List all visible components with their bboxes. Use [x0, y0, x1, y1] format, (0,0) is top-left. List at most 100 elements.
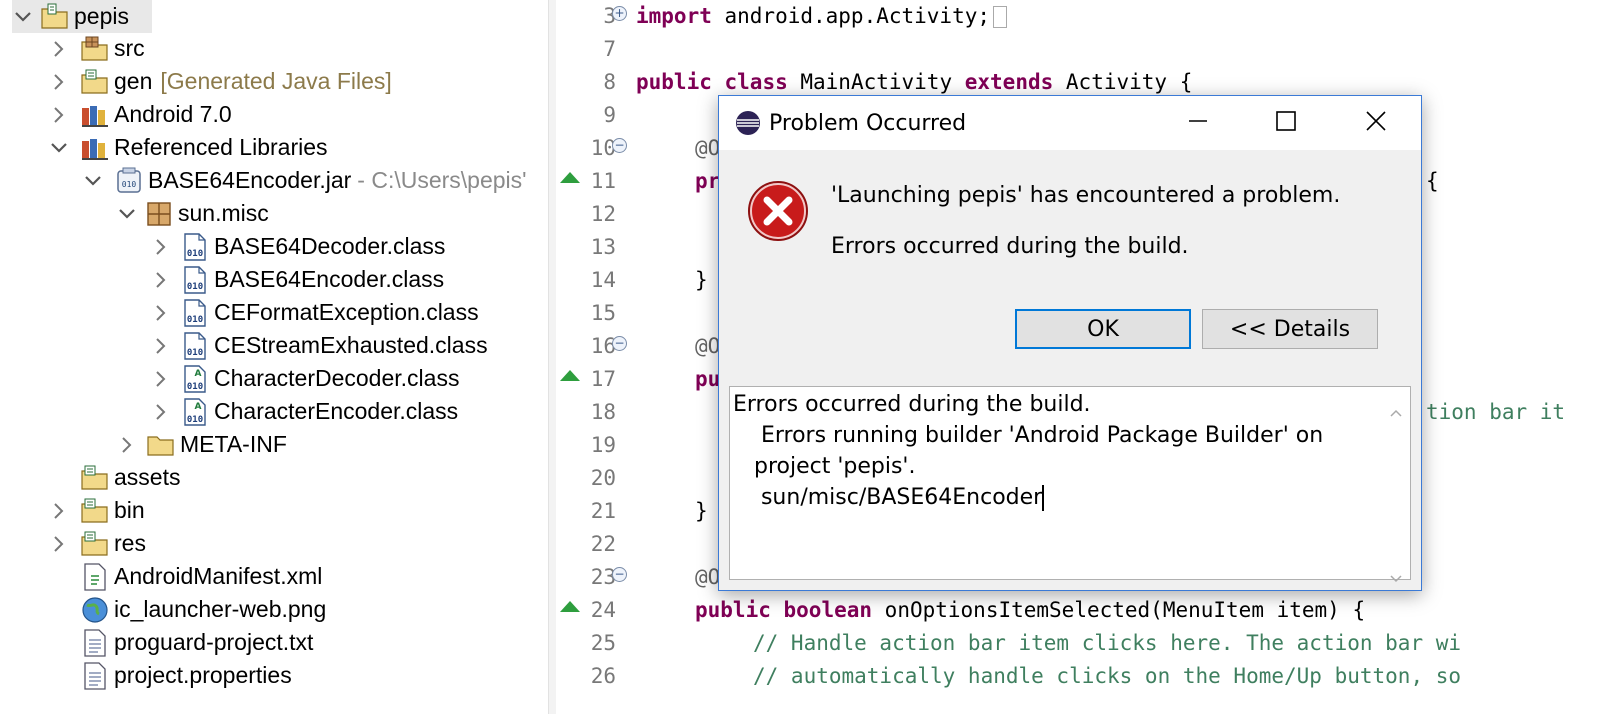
library-icon — [80, 100, 110, 130]
code-text: MainActivity — [787, 70, 965, 94]
gen-label: gen — [114, 68, 153, 94]
scroll-down-icon[interactable] — [1390, 561, 1402, 592]
chevron-right-icon[interactable] — [150, 236, 172, 258]
tree-item-assets[interactable]: assets — [80, 461, 180, 494]
tree-item-android-platform[interactable]: Android 7.0 — [48, 98, 232, 131]
chevron-right-icon[interactable] — [150, 302, 172, 324]
tree-item-class[interactable]: A 010 CharacterDecoder.class — [150, 362, 459, 395]
tree-item-class[interactable]: 010 BASE64Encoder.class — [150, 263, 444, 296]
android-folder-icon — [80, 529, 110, 559]
details-line: sun/misc/BASE64Encoder — [733, 485, 1043, 510]
code-keyword: public — [636, 70, 712, 94]
chevron-right-icon[interactable] — [150, 269, 172, 291]
code-line: public boolean onOptionsItemSelected(Men… — [695, 594, 1365, 627]
chevron-down-icon[interactable] — [48, 137, 70, 159]
line-number: 16 — [590, 334, 616, 358]
folded-code-box[interactable] — [993, 6, 1008, 28]
tree-item-referenced-libraries[interactable]: Referenced Libraries — [48, 131, 328, 164]
class-file-icon: 010 — [180, 232, 210, 262]
chevron-down-icon[interactable] — [116, 203, 138, 225]
svg-text:010: 010 — [187, 348, 203, 358]
expand-fold-icon[interactable]: + — [612, 6, 627, 21]
chevron-right-icon[interactable] — [48, 71, 70, 93]
tree-item-project[interactable]: pepis — [12, 0, 152, 33]
tree-item-proguard[interactable]: proguard-project.txt — [80, 626, 313, 659]
package-explorer: pepis src gen [Generated Java Files] And… — [0, 0, 548, 714]
details-button[interactable]: << Details — [1202, 309, 1378, 349]
chevron-right-icon[interactable] — [116, 434, 138, 456]
bin-label: bin — [114, 497, 145, 523]
tree-item-src[interactable]: src — [48, 32, 145, 65]
proguard-label: proguard-project.txt — [114, 629, 314, 655]
svg-text:010: 010 — [187, 382, 203, 392]
line-number: 26 — [590, 664, 616, 688]
tree-item-class[interactable]: 010 CEFormatException.class — [150, 296, 479, 329]
png-label: ic_launcher-web.png — [114, 596, 327, 622]
collapse-fold-icon[interactable]: − — [612, 567, 627, 582]
details-textarea[interactable]: Errors occurred during the build. Errors… — [729, 386, 1411, 583]
line-number: 10 — [590, 136, 616, 160]
tree-item-jar[interactable]: 010 BASE64Encoder.jar - C:\Users\pepis' — [82, 164, 527, 197]
close-button[interactable] — [1331, 96, 1421, 150]
dialog-titlebar[interactable]: Problem Occurred — [719, 96, 1421, 150]
class-label: CEFormatException.class — [214, 299, 479, 325]
svg-text:010: 010 — [187, 249, 203, 259]
line-number: 12 — [590, 202, 616, 226]
chevron-right-icon[interactable] — [150, 401, 172, 423]
chevron-right-icon[interactable] — [48, 38, 70, 60]
chevron-right-icon[interactable] — [48, 500, 70, 522]
svg-text:A: A — [195, 402, 202, 412]
view-sash[interactable] — [548, 0, 556, 714]
tree-item-png[interactable]: ic_launcher-web.png — [80, 593, 326, 626]
code-annotation: @O — [695, 136, 721, 160]
chevron-right-icon[interactable] — [150, 368, 172, 390]
tree-item-res[interactable]: res — [48, 527, 146, 560]
ok-button[interactable]: OK — [1015, 309, 1191, 349]
eclipse-icon — [735, 110, 761, 136]
code-keyword: public — [695, 598, 771, 622]
image-file-icon — [80, 595, 110, 625]
minimize-button[interactable] — [1153, 96, 1243, 150]
chevron-right-icon[interactable] — [48, 533, 70, 555]
android-manifest-icon — [80, 562, 110, 592]
tree-item-class[interactable]: A 010 CharacterEncoder.class — [150, 395, 458, 428]
problem-dialog: Problem Occurred 'Launching pepis' has e… — [718, 95, 1422, 591]
maximize-button[interactable] — [1241, 96, 1331, 150]
override-marker-icon[interactable] — [560, 601, 580, 612]
jar-icon: 010 — [114, 166, 144, 196]
class-label: CharacterDecoder.class — [214, 365, 460, 391]
tree-item-class[interactable]: 010 CEStreamExhausted.class — [150, 329, 488, 362]
tree-item-class[interactable]: 010 BASE64Decoder.class — [150, 230, 445, 263]
library-icon — [80, 133, 110, 163]
override-marker-icon[interactable] — [560, 370, 580, 381]
tree-item-bin[interactable]: bin — [48, 494, 145, 527]
tree-item-package[interactable]: sun.misc — [116, 197, 269, 230]
collapse-fold-icon[interactable]: − — [612, 336, 627, 351]
chevron-down-icon[interactable] — [82, 170, 104, 192]
details-line: Errors running builder 'Android Package … — [733, 423, 1324, 448]
details-line-wrap: sun/misc/BASE64Encoder — [733, 482, 1410, 513]
tree-item-properties[interactable]: project.properties — [80, 659, 292, 692]
android-folder-icon — [80, 496, 110, 526]
tree-item-manifest[interactable]: AndroidManifest.xml — [80, 560, 322, 593]
code-text: Activity { — [1053, 70, 1193, 94]
class-label: BASE64Decoder.class — [214, 233, 446, 259]
override-marker-icon[interactable] — [560, 172, 580, 183]
collapse-fold-icon[interactable]: − — [612, 138, 627, 153]
code-keyword: extends — [964, 70, 1054, 94]
manifest-label: AndroidManifest.xml — [114, 563, 323, 589]
tree-item-gen[interactable]: gen [Generated Java Files] — [48, 65, 392, 98]
chevron-right-icon[interactable] — [48, 104, 70, 126]
chevron-right-icon[interactable] — [150, 335, 172, 357]
code-text: onOptionsItemSelected(MenuItem item) { — [872, 598, 1366, 622]
class-label: BASE64Encoder.class — [214, 266, 445, 292]
line-number: 21 — [590, 499, 616, 523]
generated-folder-icon — [80, 67, 110, 97]
tree-item-meta-inf[interactable]: META-INF — [116, 428, 287, 461]
abstract-class-file-icon: A 010 — [180, 397, 210, 427]
details-scrollbar[interactable] — [1382, 387, 1410, 583]
line-number: 8 — [603, 70, 616, 94]
line-number: 13 — [590, 235, 616, 259]
scroll-up-icon[interactable] — [1390, 395, 1402, 426]
chevron-down-icon[interactable] — [12, 6, 34, 28]
